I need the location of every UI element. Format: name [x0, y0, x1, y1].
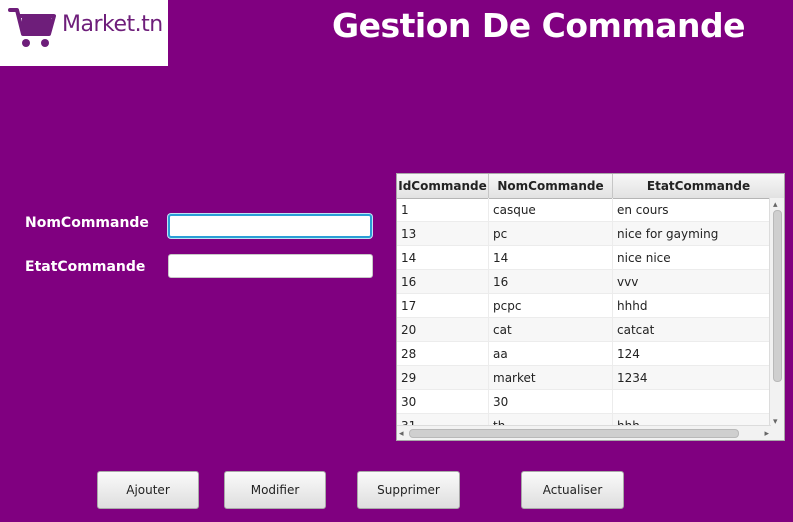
table-row[interactable]: 17 pcpc hhhd	[397, 294, 771, 318]
cell-nomcommande: casque	[489, 198, 613, 222]
nom-commande-input[interactable]	[168, 214, 372, 238]
shopping-cart-icon	[8, 8, 56, 47]
cell-etatcommande: nice nice	[613, 246, 771, 270]
scroll-up-icon[interactable]: ▴	[773, 199, 778, 209]
cell-etatcommande: nice for gayming	[613, 222, 771, 246]
cell-nomcommande: 14	[489, 246, 613, 270]
cell-idcommande: 17	[397, 294, 489, 318]
cell-nomcommande: pc	[489, 222, 613, 246]
vertical-scroll-thumb[interactable]	[773, 210, 782, 382]
cell-nomcommande: cat	[489, 318, 613, 342]
table-row[interactable]: 14 14 nice nice	[397, 246, 771, 270]
supprimer-button[interactable]: Supprimer	[357, 471, 460, 509]
vertical-scrollbar[interactable]: ▴ ▾	[769, 198, 784, 427]
cell-nomcommande: aa	[489, 342, 613, 366]
page-title: Gestion De Commande	[332, 6, 746, 45]
ajouter-button[interactable]: Ajouter	[97, 471, 199, 509]
modifier-button[interactable]: Modifier	[224, 471, 326, 509]
scroll-down-icon[interactable]: ▾	[773, 416, 778, 426]
commandes-table[interactable]: IdCommande NomCommande EtatCommande 1 cas…	[396, 173, 785, 441]
cell-etatcommande: vvv	[613, 270, 771, 294]
cell-etatcommande: catcat	[613, 318, 771, 342]
cell-idcommande: 16	[397, 270, 489, 294]
cell-nomcommande: market	[489, 366, 613, 390]
cell-etatcommande	[613, 390, 771, 414]
cell-idcommande: 29	[397, 366, 489, 390]
column-header-etatcommande[interactable]: EtatCommande	[613, 174, 784, 198]
cell-nomcommande: pcpc	[489, 294, 613, 318]
logo: Market.tn	[0, 0, 168, 66]
cell-etatcommande: 124	[613, 342, 771, 366]
table-row[interactable]: 29 market 1234	[397, 366, 771, 390]
table-row[interactable]: 13 pc nice for gayming	[397, 222, 771, 246]
logo-text: Market.tn	[62, 12, 163, 37]
table-row[interactable]: 20 cat catcat	[397, 318, 771, 342]
cell-idcommande: 1	[397, 198, 489, 222]
table-row[interactable]: 30 30	[397, 390, 771, 414]
cell-idcommande: 30	[397, 390, 489, 414]
table-row[interactable]: 16 16 vvv	[397, 270, 771, 294]
cell-etatcommande: 1234	[613, 366, 771, 390]
table-body: 1 casque en cours 13 pc nice for gayming 14 14 n…	[397, 198, 771, 427]
scrollbar-corner	[770, 426, 784, 440]
table-row[interactable]: 1 casque en cours	[397, 198, 771, 222]
cell-idcommande: 20	[397, 318, 489, 342]
cell-idcommande: 13	[397, 222, 489, 246]
cell-nomcommande: 16	[489, 270, 613, 294]
actualiser-button[interactable]: Actualiser	[521, 471, 624, 509]
column-header-idcommande[interactable]: IdCommande	[397, 174, 489, 198]
column-header-nomcommande[interactable]: NomCommande	[489, 174, 613, 198]
scroll-right-icon[interactable]: ▸	[764, 428, 769, 438]
horizontal-scroll-thumb[interactable]	[409, 429, 739, 438]
cell-idcommande: 14	[397, 246, 489, 270]
scroll-left-icon[interactable]: ◂	[399, 428, 404, 438]
table-row[interactable]: 28 aa 124	[397, 342, 771, 366]
cell-etatcommande: en cours	[613, 198, 771, 222]
cell-nomcommande: 30	[489, 390, 613, 414]
table-header: IdCommande NomCommande EtatCommande	[397, 174, 784, 199]
cell-idcommande: 28	[397, 342, 489, 366]
nom-commande-label: NomCommande	[25, 215, 149, 231]
etat-commande-label: EtatCommande	[25, 259, 146, 275]
cell-etatcommande: hhhd	[613, 294, 771, 318]
etat-commande-input[interactable]	[168, 254, 373, 278]
horizontal-scrollbar[interactable]: ◂ ▸	[397, 425, 771, 440]
